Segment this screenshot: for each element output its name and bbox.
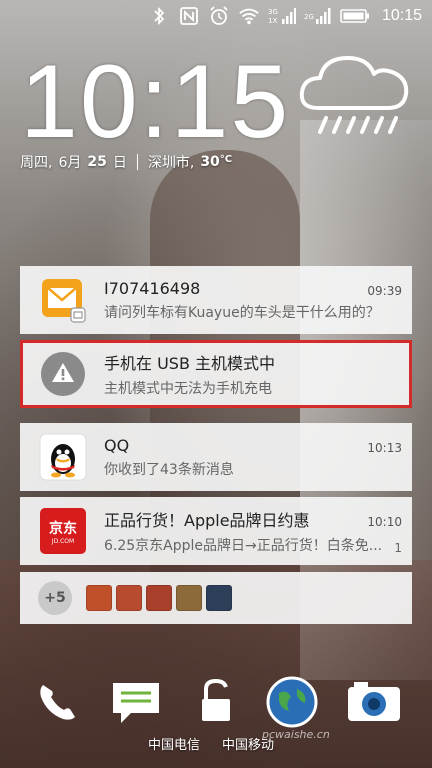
camera-icon[interactable]	[344, 672, 404, 732]
signal-2g-icon: 2G	[304, 5, 332, 27]
app-icon-4	[176, 585, 202, 611]
more-notifications-row[interactable]: +5	[20, 572, 412, 624]
unlock-icon[interactable]	[186, 672, 246, 732]
rain-cloud-icon	[299, 56, 409, 134]
notification-body: 你收到了43条新消息	[104, 461, 234, 478]
nfc-icon	[178, 5, 200, 27]
wifi-icon	[238, 5, 260, 27]
notification-title: I707416498	[104, 278, 201, 298]
svg-text:2G: 2G	[304, 13, 314, 21]
city-label: 深圳市,	[147, 155, 195, 171]
svg-text:1X: 1X	[268, 17, 277, 25]
notification-title: 正品行货！Apple品牌日约惠	[104, 511, 310, 530]
jd-icon: 京东 JD.COM	[34, 502, 92, 560]
zaker-icon	[206, 585, 232, 611]
date-day: 25	[87, 154, 107, 170]
signal-icon: 3G 1X	[268, 5, 296, 27]
date-month: 6月	[58, 155, 82, 171]
notification-body: 6.25京东Apple品牌日→正品行货！白条免...	[104, 538, 383, 554]
notification-time: 09:39	[367, 284, 402, 298]
notification-count: 1	[394, 541, 402, 555]
notification-qq[interactable]: QQ 你收到了43条新消息 10:13	[20, 423, 412, 491]
status-bar-time: 10:15	[381, 7, 422, 24]
phone-icon[interactable]	[28, 672, 88, 732]
notification-usb-host[interactable]: 手机在 USB 主机模式中 主机模式中无法为手机充电	[20, 340, 412, 408]
browser-icon[interactable]	[262, 672, 322, 732]
date-day-suffix: 日	[112, 155, 127, 171]
notification-email[interactable]: I707416498 请问列车标有Kuayue的车头是干什么用的？ 09:39	[20, 266, 412, 334]
watermark: pcwaishe.cn	[262, 728, 330, 741]
notification-time: 10:13	[367, 441, 402, 455]
dock	[0, 672, 432, 762]
battery-icon	[340, 5, 370, 27]
alarm-icon	[208, 5, 230, 27]
app-icon-2	[116, 585, 142, 611]
carrier-label-telecom: 中国电信	[148, 738, 201, 753]
messages-icon[interactable]	[106, 672, 166, 732]
warning-icon	[34, 345, 92, 403]
temperature-value: 30°C	[200, 154, 233, 170]
email-icon	[34, 271, 92, 329]
taobao-icon	[86, 585, 112, 611]
svg-text:3G: 3G	[268, 8, 278, 16]
qq-icon	[34, 428, 92, 486]
notification-jd[interactable]: 京东 JD.COM 正品行货！Apple品牌日约惠 6.25京东Apple品牌日…	[20, 497, 412, 565]
more-notifications-badge[interactable]: +5	[38, 581, 72, 615]
status-bar: 3G 1X 2G 10:15	[0, 0, 432, 32]
notification-title: QQ	[104, 435, 130, 455]
notification-title: 手机在 USB 主机模式中	[104, 354, 276, 373]
date-weekday: 周四,	[20, 155, 53, 171]
notification-time: 10:10	[367, 515, 402, 529]
notification-body: 主机模式中无法为手机充电	[104, 381, 272, 397]
date-separator	[136, 154, 138, 170]
lockscreen-clock: 10:15	[20, 44, 291, 160]
bluetooth-icon	[148, 5, 170, 27]
date-weather-row: 周四, 6月 25 日 深圳市, 30°C	[20, 152, 232, 172]
notification-body: 请问列车标有Kuayue的车头是干什么用的？	[104, 304, 380, 321]
app-icon-3	[146, 585, 172, 611]
